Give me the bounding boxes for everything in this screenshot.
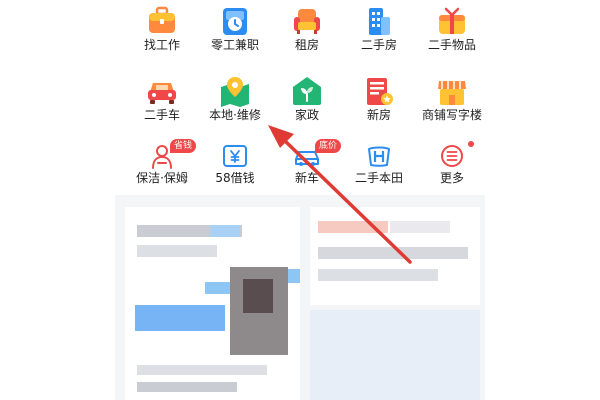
menu-item-cleaning-nanny[interactable]: 保洁·保姆 省钱 (120, 139, 204, 186)
blurred-text (137, 365, 267, 375)
menu-item-label: 找工作 (143, 38, 180, 52)
menu-item-used-honda[interactable]: 二手本田 (337, 142, 421, 186)
menu-item-second-hand-goods[interactable]: 二手物品 (410, 5, 494, 53)
map-pin-icon (221, 77, 249, 107)
blurred-card-area (310, 310, 480, 400)
menu-item-label: 商铺写字楼 (421, 108, 482, 122)
new-house-icon (367, 78, 393, 105)
category-menu-grid: 找工作 零工兼职 租房 二手房 二手物品 二手车 本地·维修 家政 新房 商铺写… (115, 0, 485, 195)
menu-item-label: 二手本田 (354, 171, 403, 185)
feed-card[interactable] (310, 207, 480, 305)
blurred-text (137, 382, 237, 392)
menu-item-find-job[interactable]: 找工作 (120, 5, 204, 53)
menu-item-shops-offices[interactable]: 商铺写字楼 (410, 75, 494, 123)
blurred-thumbnail (243, 279, 273, 313)
clock-icon (223, 8, 247, 35)
more-menu-icon (441, 145, 463, 167)
blurred-text (390, 221, 450, 233)
blurred-tag (210, 225, 240, 237)
storefront-icon (438, 81, 466, 105)
menu-item-more[interactable]: 更多 (410, 141, 494, 186)
notification-dot (468, 141, 474, 147)
yuan-wallet-icon (223, 145, 247, 167)
building-icon (369, 8, 390, 35)
house-sprout-icon (293, 77, 321, 105)
menu-item-label: 新房 (366, 108, 391, 122)
menu-item-label: 二手车 (143, 108, 180, 122)
blurred-text (137, 245, 217, 257)
menu-item-label: 更多 (439, 171, 464, 185)
menu-item-label: 保洁·保姆 (136, 171, 188, 185)
blurred-text (318, 269, 438, 281)
screenshot-stage: 找工作 零工兼职 租房 二手房 二手物品 二手车 本地·维修 家政 新房 商铺写… (0, 0, 600, 400)
content-feed (115, 195, 485, 400)
blurred-text (318, 247, 468, 259)
feed-card[interactable] (125, 207, 300, 400)
menu-item-new-house[interactable]: 新房 (337, 75, 421, 123)
menu-item-label: 二手物品 (427, 38, 476, 52)
menu-item-second-hand-house[interactable]: 二手房 (337, 5, 421, 53)
menu-item-label: 二手房 (360, 38, 397, 52)
gift-box-icon (439, 7, 465, 34)
menu-item-used-car[interactable]: 二手车 (120, 75, 204, 123)
armchair-icon (294, 9, 320, 34)
briefcase-icon (149, 6, 175, 33)
honda-logo-icon (368, 146, 390, 167)
blurred-tag (318, 221, 388, 233)
car-icon (148, 83, 176, 104)
blurred-banner (135, 305, 225, 331)
